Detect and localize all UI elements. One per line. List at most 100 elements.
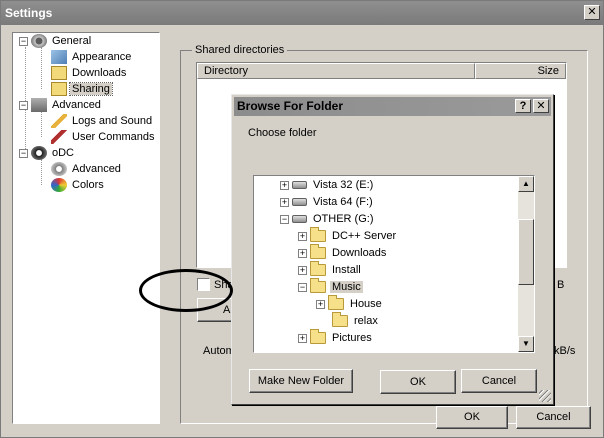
cancel-button[interactable]: Cancel [516, 406, 591, 429]
folder-item-install[interactable]: + Install [298, 261, 363, 279]
folder-label: Music [330, 281, 363, 293]
expand-toggle[interactable]: + [280, 180, 289, 190]
collapse-toggle[interactable]: − [19, 36, 28, 46]
partial-label: B [557, 279, 565, 291]
tree-item-general[interactable]: − General [19, 33, 93, 49]
tree-item-label: General [52, 35, 92, 47]
tree-item-appearance[interactable]: Appearance [51, 49, 133, 65]
folder-label: Vista 64 (F:) [313, 196, 373, 208]
drive-icon [292, 198, 307, 207]
tree-item-colors[interactable]: Colors [51, 177, 106, 193]
button-label: A [223, 304, 231, 316]
folder-item-vista-32[interactable]: + Vista 32 (E:) [280, 177, 375, 194]
dialog-title: Browse For Folder [237, 99, 344, 113]
drive-icon [292, 181, 307, 190]
sharing-folder-icon [51, 82, 67, 97]
folder-item-music[interactable]: − Music [298, 278, 363, 296]
column-header-directory[interactable]: Directory [197, 63, 475, 79]
collapse-toggle[interactable]: − [280, 214, 289, 224]
tree-item-label: Appearance [72, 51, 132, 63]
tree-item-downloads[interactable]: Downloads [51, 65, 128, 81]
expand-toggle[interactable]: + [316, 299, 325, 309]
scroll-down-button[interactable]: ▼ [518, 336, 534, 352]
tree-item-logs-and-sound[interactable]: Logs and Sound [51, 113, 154, 129]
tree-item-odc-advanced[interactable]: Advanced [51, 161, 123, 177]
palette-icon [51, 178, 67, 193]
tree-item-label: oDC [52, 147, 75, 159]
folder-item-house[interactable]: + House [316, 295, 384, 313]
dialog-cancel-button[interactable]: Cancel [461, 369, 537, 393]
folder-item-downloads[interactable]: + Downloads [298, 244, 388, 262]
collapse-toggle[interactable]: − [298, 282, 307, 292]
column-header-size[interactable]: Size [475, 63, 566, 79]
folder-icon [332, 312, 348, 328]
folder-label: Pictures [332, 332, 372, 344]
title-bar[interactable]: Settings ✕ [1, 1, 603, 25]
tree-line [41, 111, 42, 137]
tree-item-label: Advanced [52, 99, 101, 111]
dialog-title-bar[interactable]: Browse For Folder ? ✕ [234, 97, 551, 116]
advanced-icon [31, 98, 47, 113]
folder-label: Vista 32 (E:) [313, 179, 374, 191]
folder-item-vista-64[interactable]: + Vista 64 (F:) [280, 194, 375, 211]
open-folder-icon [310, 278, 326, 294]
close-button[interactable]: ✕ [584, 5, 600, 20]
expand-toggle[interactable]: + [298, 333, 307, 343]
tree-item-user-commands[interactable]: User Commands [51, 129, 157, 145]
expand-toggle[interactable]: + [298, 231, 307, 241]
folder-item-dcpp-server[interactable]: + DC++ Server [298, 227, 398, 245]
tree-item-sharing[interactable]: Sharing [51, 81, 113, 97]
collapse-toggle[interactable]: − [19, 148, 28, 158]
tree-item-label: User Commands [72, 131, 155, 143]
tree-line [41, 47, 42, 89]
folder-label: Install [332, 264, 361, 276]
drive-icon [292, 215, 307, 224]
pencil-icon [51, 114, 67, 129]
expand-toggle[interactable]: + [298, 265, 307, 275]
folder-icon [310, 244, 326, 260]
dialog-close-button[interactable]: ✕ [533, 99, 549, 113]
tree-item-label: Logs and Sound [72, 115, 153, 127]
folder-icon [310, 329, 326, 345]
folder-label: OTHER (G:) [313, 213, 374, 225]
tree-line [41, 159, 42, 185]
scroll-up-button[interactable]: ▲ [518, 176, 534, 192]
resize-grip-icon[interactable] [539, 390, 551, 402]
make-new-folder-button[interactable]: Make New Folder [249, 369, 353, 393]
folder-icon [310, 227, 326, 243]
window-title: Settings [5, 6, 53, 20]
choose-folder-prompt: Choose folder [248, 127, 317, 139]
appearance-icon [51, 50, 67, 65]
speed-unit-label: kB/s [554, 345, 576, 357]
tree-item-label: Colors [72, 179, 104, 191]
dialog-ok-button[interactable]: OK [380, 370, 456, 394]
scroll-thumb[interactable] [518, 219, 534, 285]
folder-item-other-g[interactable]: − OTHER (G:) [280, 211, 376, 228]
tree-item-label: Advanced [72, 163, 121, 175]
highlight-ellipse [139, 269, 233, 312]
folder-label: relax [354, 315, 378, 327]
folder-label: House [350, 298, 382, 310]
tree-item-odc[interactable]: − oDC [19, 145, 76, 161]
folder-label: Downloads [332, 247, 387, 259]
group-label: Shared directories [192, 44, 288, 56]
folder-item-pictures[interactable]: + Pictures [298, 329, 374, 347]
ok-button[interactable]: OK [436, 406, 508, 429]
settings-gear-icon [51, 162, 67, 177]
collapse-toggle[interactable]: − [19, 100, 28, 110]
expand-toggle[interactable]: + [298, 248, 307, 258]
odc-icon [31, 146, 47, 161]
tools-icon [51, 130, 67, 145]
tree-item-label: Sharing [69, 82, 113, 96]
folder-icon [328, 295, 344, 311]
folder-icon [310, 261, 326, 277]
vertical-scrollbar[interactable]: ▲ ▼ [518, 176, 534, 352]
folder-item-relax[interactable]: relax [332, 312, 380, 330]
help-button[interactable]: ? [515, 99, 531, 113]
tree-item-advanced[interactable]: − Advanced [19, 97, 103, 113]
settings-tree[interactable]: − General Appearance Downloads Sharing − A… [12, 32, 160, 424]
expand-toggle[interactable]: + [280, 197, 289, 207]
folder-label: DC++ Server [332, 230, 397, 242]
folder-tree[interactable]: + Vista 32 (E:) + Vista 64 (F:) − OTHER (G:… [253, 175, 535, 353]
downloads-icon [51, 66, 67, 81]
